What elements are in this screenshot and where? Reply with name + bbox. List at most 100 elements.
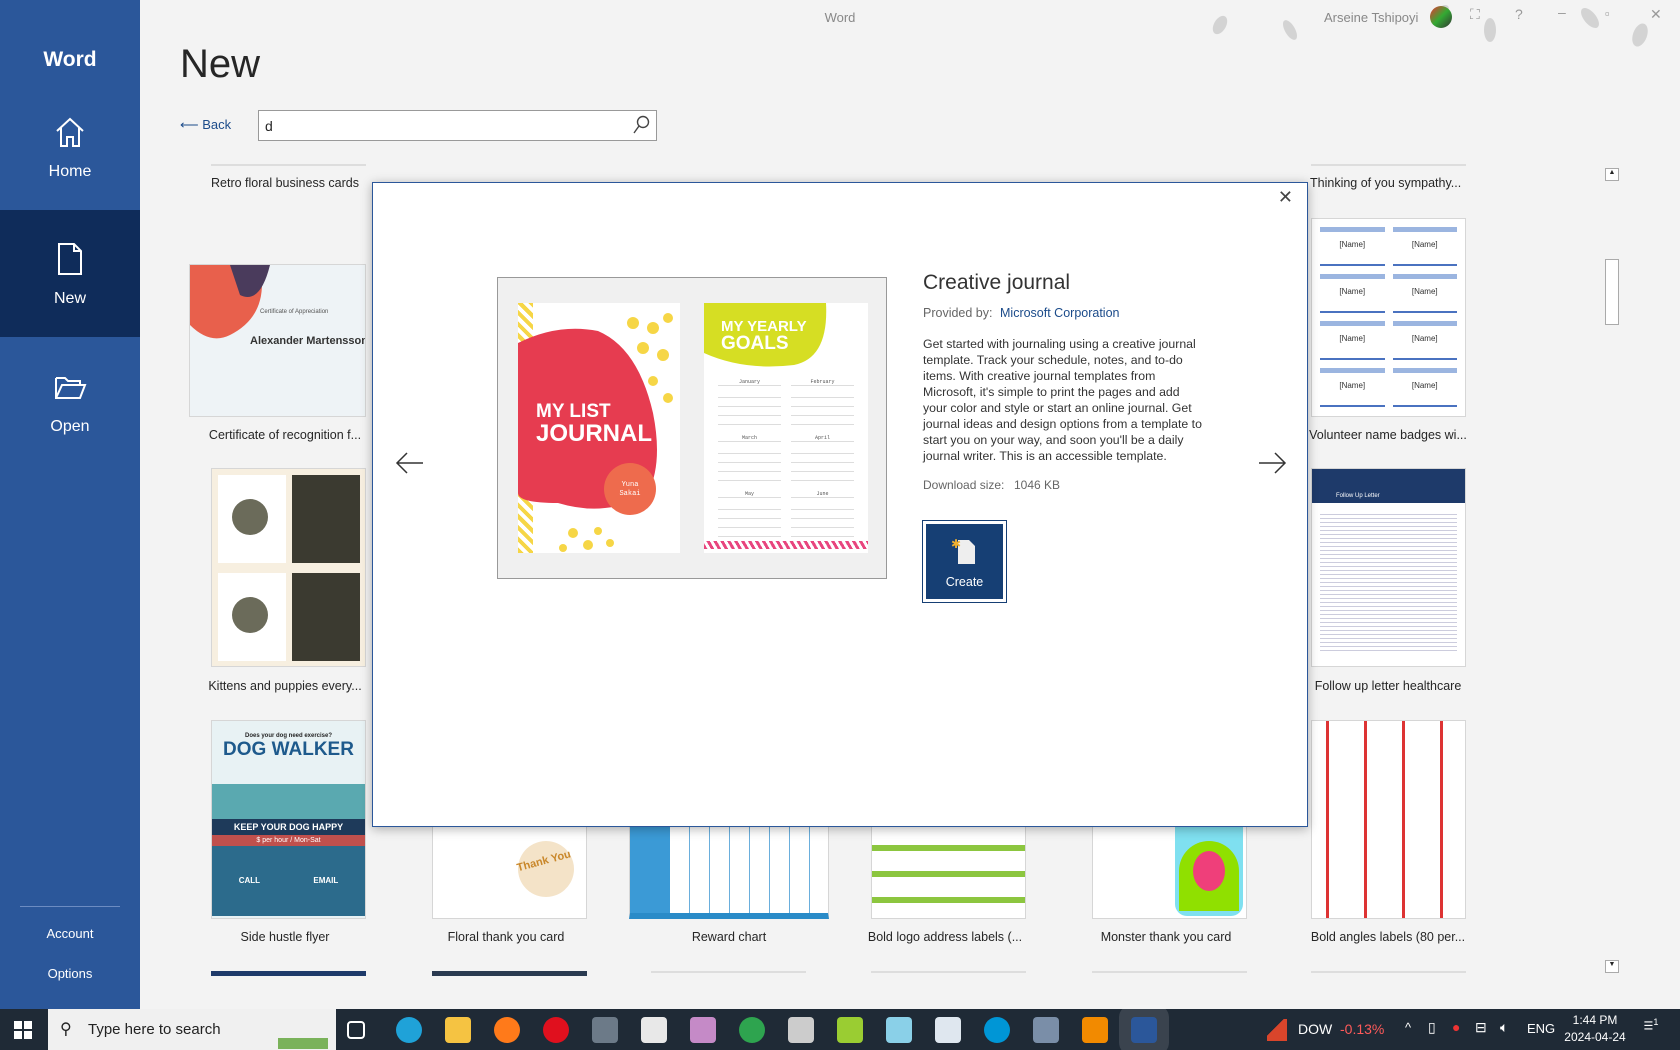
ticker-change[interactable]: -0.13% (1340, 1021, 1384, 1037)
template-label[interactable]: Volunteer name badges wi... (1288, 428, 1488, 442)
provider-link[interactable]: Microsoft Corporation (1000, 306, 1120, 320)
task-view-icon[interactable] (347, 1021, 365, 1039)
dialog-close-button[interactable]: ✕ (1278, 187, 1293, 208)
template-preview-image: MY LIST JOURNAL Yuna Sakai MY YEARLY GOAL… (497, 277, 887, 579)
paint-3d-icon[interactable] (690, 1017, 716, 1043)
template-label[interactable]: Certificate of recognition f... (185, 428, 385, 442)
scroll-thumb[interactable] (1605, 259, 1619, 325)
clock[interactable]: 1:44 PM 2024-04-24 (1560, 1012, 1630, 1046)
arrow-left-icon: ⟵ (180, 117, 199, 132)
notepad-plus-icon[interactable] (837, 1017, 863, 1043)
sidebar-account[interactable]: Account (0, 926, 140, 941)
notes-icon[interactable] (886, 1017, 912, 1043)
template-label[interactable]: Retro floral business cards (185, 176, 385, 190)
template-label[interactable]: Thinking of you sympathy... (1310, 176, 1510, 190)
taskbar-search-box[interactable]: ⚲ Type here to search (48, 1009, 336, 1050)
scroll-down-button[interactable]: ▼ (1605, 960, 1619, 973)
word-icon[interactable] (1131, 1017, 1157, 1043)
coauthor-icon[interactable]: ⛶ (1470, 6, 1480, 23)
hp-icon[interactable] (984, 1017, 1010, 1043)
media-player-icon[interactable] (788, 1017, 814, 1043)
month-block: February (791, 379, 854, 427)
file-explorer-icon[interactable] (445, 1017, 471, 1043)
template-thumb-kittens[interactable] (211, 468, 366, 667)
language-indicator[interactable]: ENG (1527, 1021, 1555, 1036)
help-icon[interactable]: ? (1515, 6, 1523, 22)
template-label[interactable]: Floral thank you card (406, 930, 606, 944)
sidebar-item-new[interactable]: New (0, 210, 140, 337)
badge-cell: [Name] (1392, 368, 1457, 407)
goals-line2: GOALS (721, 333, 789, 354)
badge-cell: [Name] (1392, 321, 1457, 360)
goals-page: MY YEARLY GOALS January February March Apri… (704, 303, 868, 553)
template-label[interactable]: Side hustle flyer (185, 930, 385, 944)
network-icon[interactable] (1033, 1017, 1059, 1043)
taskbar: ⚲ Type here to search DOW -0.13% ^ ▯ ● ⊟… (0, 1009, 1680, 1050)
firefox-icon[interactable] (494, 1017, 520, 1043)
back-label: Back (202, 117, 232, 132)
month-block: January (718, 379, 781, 427)
opera-icon[interactable] (543, 1017, 569, 1043)
template-thumb-certificate[interactable]: Certificate of Appreciation Alexander Ma… (189, 264, 366, 417)
cover-line1: MY LIST (536, 401, 611, 422)
scrollbar[interactable]: ▲ ▼ (1605, 166, 1619, 976)
badge-cell: [Name] (1320, 227, 1385, 266)
template-label[interactable]: Kittens and puppies every... (185, 679, 385, 693)
restore-icon[interactable]: ▫ (1605, 6, 1610, 21)
notification-center-icon[interactable]: ☰1 (1640, 1017, 1662, 1043)
create-label: Create (945, 575, 984, 589)
user-name[interactable]: Arseine Tshipoyi (1324, 10, 1418, 25)
badge-cell: [Name] (1320, 321, 1385, 360)
search-icon: ⚲ (60, 1021, 72, 1038)
template-label[interactable]: Bold logo address labels (... (845, 930, 1045, 944)
month-block: March (718, 435, 781, 483)
template-label[interactable]: Reward chart (629, 930, 829, 944)
template-thumb-dog-walker[interactable]: Does your dog need exercise? DOG WALKER … (211, 720, 366, 919)
create-button[interactable]: ✱ Create (922, 520, 1007, 603)
template-label[interactable]: Monster thank you card (1066, 930, 1266, 944)
sidebar-item-open[interactable]: Open (0, 370, 140, 465)
sidebar-item-home[interactable]: Home (0, 115, 140, 210)
volume-icon[interactable]: 🔈︎ (1500, 1019, 1508, 1036)
folder-open-icon (0, 370, 140, 412)
tray-security-icon[interactable]: ● (1452, 1019, 1460, 1035)
template-label[interactable]: Follow up letter healthcare (1288, 679, 1488, 693)
template-thumb-badges[interactable]: [Name] [Name] [Name] [Name] [Name] [Name] [Nam… (1311, 218, 1466, 417)
vlc-icon[interactable] (1082, 1017, 1108, 1043)
back-button[interactable]: ⟵ Back (180, 117, 231, 133)
avatar[interactable] (1430, 6, 1452, 28)
tray-device-icon[interactable]: ▯ (1428, 1019, 1436, 1036)
download-size-label: Download size: (923, 478, 1005, 492)
download-size-value: 1046 KB (1014, 478, 1061, 492)
template-preview-dialog: ✕ MY LIST JOURNAL Yuna Sakai MY YEARLY GO… (372, 182, 1308, 827)
badge-cell: [Name] (1392, 227, 1457, 266)
month-block: April (791, 435, 854, 483)
network-icon[interactable]: ⊟ (1475, 1019, 1487, 1036)
3d-viewer-icon[interactable] (935, 1017, 961, 1043)
sidebar-item-label: New (53, 290, 86, 307)
new-document-icon: ✱ (951, 536, 979, 571)
ticker-name[interactable]: DOW (1298, 1021, 1332, 1037)
cover-line2: JOURNAL (536, 420, 653, 447)
calculator-icon[interactable] (592, 1017, 618, 1043)
search-highlight-dog-icon (278, 1013, 328, 1049)
template-thumb-bold-angles-labels[interactable] (1311, 720, 1466, 919)
month-block: May (718, 491, 781, 539)
badge-cell: [Name] (1392, 274, 1457, 313)
edge-icon[interactable] (396, 1017, 422, 1043)
tray-chevron-icon[interactable]: ^ (1405, 1020, 1411, 1035)
search-icon[interactable] (632, 115, 650, 140)
template-thumb-followup-letter[interactable]: Follow Up Letter (1311, 468, 1466, 667)
close-icon[interactable]: ✕ (1650, 6, 1662, 23)
minimize-icon[interactable]: – (1558, 4, 1566, 20)
search-input[interactable]: d (258, 110, 657, 141)
next-template-arrow[interactable] (1257, 448, 1287, 483)
sidebar-options[interactable]: Options (0, 966, 140, 981)
template-label[interactable]: Bold angles labels (80 per... (1288, 930, 1488, 944)
windows-start-icon[interactable] (14, 1021, 32, 1044)
scroll-up-button[interactable]: ▲ (1605, 168, 1619, 181)
previous-template-arrow[interactable] (395, 448, 425, 483)
stock-chart-icon[interactable] (1267, 1019, 1287, 1041)
paint-icon[interactable] (641, 1017, 667, 1043)
chrome-icon[interactable] (739, 1017, 765, 1043)
